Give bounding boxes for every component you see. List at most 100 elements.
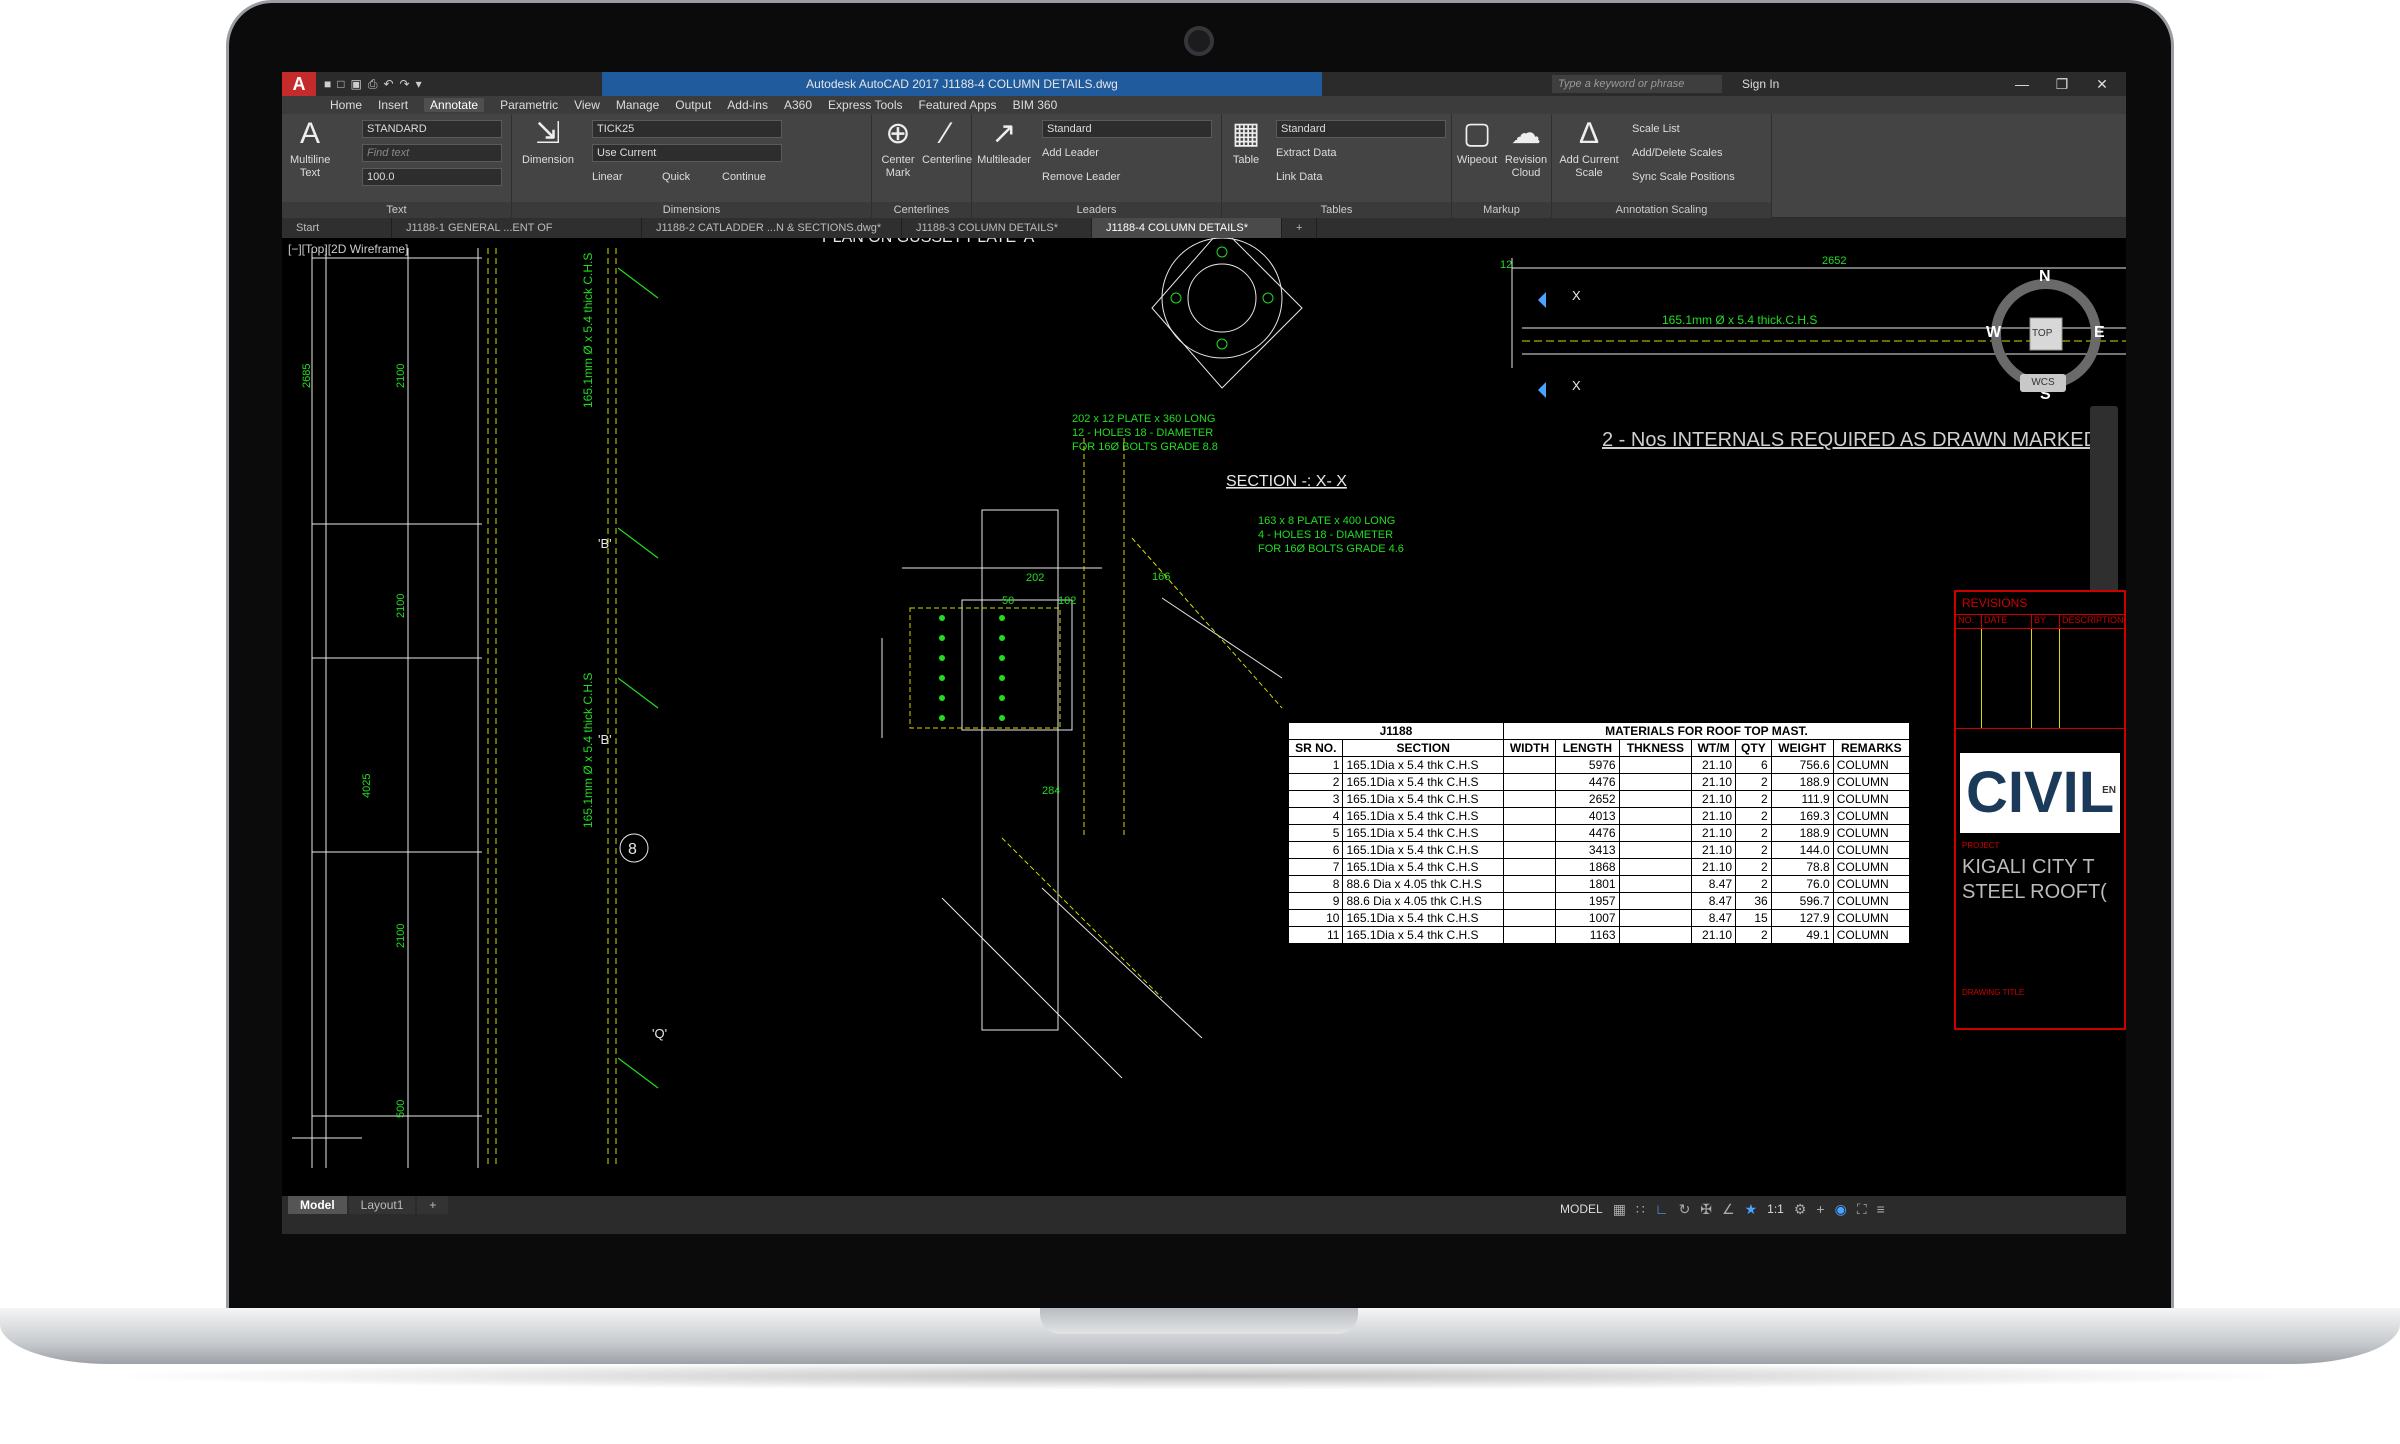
annotation-visibility-icon[interactable]: ★	[1745, 1201, 1758, 1218]
fullscreen-icon[interactable]: ⛶	[1857, 1201, 1867, 1218]
table-cell: 2	[1735, 773, 1772, 791]
continue-button[interactable]: Continue	[722, 168, 766, 186]
isolate-icon[interactable]: ◉	[1835, 1201, 1847, 1218]
grid-icon[interactable]: ▦	[1613, 1201, 1626, 1218]
otrack-icon[interactable]: ∠	[1722, 1201, 1735, 1218]
multiline-text-button[interactable]: A Multiline Text	[290, 118, 330, 180]
sync-scale-positions-button[interactable]: Sync Scale Positions	[1632, 168, 1735, 186]
scale-list-button[interactable]: Scale List	[1632, 120, 1680, 138]
text-height-input[interactable]: 100.0	[362, 168, 502, 186]
polar-icon[interactable]: ↻	[1679, 1201, 1691, 1218]
annotation-scaling-panel: ∆ Add Current Scale Scale List Add/Delete…	[1552, 114, 1772, 218]
mark-b1: 'B'	[598, 536, 612, 551]
tables-panel-label[interactable]: Tables	[1222, 202, 1451, 218]
new-tab-button[interactable]: +	[1282, 218, 1318, 238]
link-data-button[interactable]: Link Data	[1276, 168, 1322, 186]
restore-button[interactable]: ❐	[2042, 72, 2082, 96]
dim-50: 50	[1002, 595, 1014, 607]
text-panel-label[interactable]: Text	[282, 202, 511, 218]
model-space-toggle[interactable]: MODEL	[1560, 1202, 1603, 1216]
qat-new-icon[interactable]: ■	[324, 77, 331, 92]
laptop-shadow	[90, 1362, 2310, 1390]
tab-j1188-4[interactable]: J1188-4 COLUMN DETAILS*	[1092, 218, 1282, 238]
table-cell: 88.6 Dia x 4.05 thk C.H.S	[1342, 875, 1504, 893]
qat-redo-icon[interactable]: ↷	[400, 77, 410, 92]
qat-plot-icon[interactable]: ⎙	[368, 77, 378, 92]
tab-home[interactable]: Home	[330, 98, 362, 112]
annotation-scale[interactable]: 1:1	[1767, 1202, 1784, 1216]
ortho-icon[interactable]: ∟	[1655, 1201, 1669, 1217]
add-current-scale-button[interactable]: ∆ Add Current Scale	[1554, 118, 1624, 180]
dim-layer-select[interactable]: Use Current	[592, 144, 782, 162]
navigation-bar[interactable]	[2090, 406, 2118, 616]
centerline-button[interactable]: ∕ Centerline	[922, 118, 972, 167]
quick-button[interactable]: Quick	[662, 168, 690, 186]
snap-icon[interactable]: ∷	[1636, 1201, 1645, 1218]
remove-leader-button[interactable]: Remove Leader	[1042, 168, 1120, 186]
leaders-panel-label[interactable]: Leaders	[972, 202, 1221, 218]
tab-featured-apps[interactable]: Featured Apps	[919, 98, 997, 112]
tab-view[interactable]: View	[574, 98, 600, 112]
viewcube-top-face[interactable]: TOP	[2032, 328, 2052, 339]
table-cell: 1163	[1555, 926, 1620, 944]
viewport-controls[interactable]: [−][Top][2D Wireframe]	[288, 242, 408, 256]
tab-a360[interactable]: A360	[784, 98, 812, 112]
center-mark-button[interactable]: ⊕ Center Mark	[876, 118, 920, 180]
minimize-button[interactable]: —	[2002, 72, 2042, 96]
qat-save-icon[interactable]: ▣	[351, 77, 362, 92]
table-cell: 165.1Dia x 5.4 thk C.H.S	[1342, 909, 1504, 927]
center-mark-label: Center Mark	[881, 154, 915, 179]
table-row: 5 165.1Dia x 5.4 thk C.H.S 4476 21.10 2 188.9…	[1287, 824, 1911, 842]
multileader-button[interactable]: ↗ Multileader	[976, 118, 1032, 167]
table-button[interactable]: ▦ Table	[1226, 118, 1266, 167]
dimstyle-select[interactable]: TICK25	[592, 120, 782, 138]
revision-label: Revision Cloud	[1504, 154, 1548, 179]
tab-j1188-1[interactable]: J1188-1 GENERAL ...ENT OF STEELWORK*	[392, 218, 642, 254]
tab-add-ins[interactable]: Add-ins	[727, 98, 768, 112]
find-text-input[interactable]: Find text	[362, 144, 502, 162]
layout1-tab[interactable]: Layout1	[348, 1196, 416, 1214]
qat-customize-icon[interactable]: ▾	[416, 77, 422, 92]
mleader-style-select[interactable]: Standard	[1042, 120, 1212, 138]
compass-e[interactable]: E	[2094, 324, 2105, 342]
wipeout-button[interactable]: ▢ Wipeout	[1454, 118, 1500, 167]
close-button[interactable]: ✕	[2082, 72, 2122, 96]
tab-parametric[interactable]: Parametric	[500, 98, 558, 112]
drawing-canvas[interactable]: 8 'B' 'B' 'Q' 165.1mm Ø x 5.4 thick C.H.…	[282, 238, 2126, 1196]
osnap-icon[interactable]: ✠	[1700, 1201, 1712, 1218]
add-delete-scales-button[interactable]: Add/Delete Scales	[1632, 144, 1723, 162]
linear-button[interactable]: Linear	[592, 168, 623, 186]
dimension-button[interactable]: ⇲ Dimension	[520, 118, 576, 167]
compass-n[interactable]: N	[2039, 268, 2051, 286]
text-style-select[interactable]: STANDARD	[362, 120, 502, 138]
plus-icon[interactable]: +	[1816, 1201, 1824, 1217]
model-tab[interactable]: Model	[288, 1196, 347, 1214]
wcs-menu[interactable]: WCS	[2020, 374, 2066, 392]
customize-menu-icon[interactable]: ≡	[1877, 1201, 1885, 1217]
tab-bim360[interactable]: BIM 360	[1013, 98, 1058, 112]
revisions-columns: NO. DATE BY DESCRIPTION	[1956, 615, 2124, 629]
tab-output[interactable]: Output	[675, 98, 711, 112]
tab-insert[interactable]: Insert	[378, 98, 408, 112]
qat-undo-icon[interactable]: ↶	[383, 77, 393, 92]
tab-start[interactable]: Start	[282, 218, 392, 238]
add-leader-button[interactable]: Add Leader	[1042, 144, 1099, 162]
tab-annotate[interactable]: Annotate	[424, 98, 485, 112]
table-header-cell: REMARKS	[1832, 739, 1911, 757]
sign-in-button[interactable]: Sign In	[1742, 72, 1779, 96]
tab-manage[interactable]: Manage	[616, 98, 659, 112]
revision-cloud-button[interactable]: ☁ Revision Cloud	[1502, 118, 1550, 180]
leaders-panel: ↗ Multileader Standard Add Leader Remove …	[972, 114, 1222, 218]
extract-data-button[interactable]: Extract Data	[1276, 144, 1337, 162]
dimensions-panel-label[interactable]: Dimensions	[512, 202, 871, 218]
compass-w[interactable]: W	[1986, 324, 2001, 342]
tab-j1188-3[interactable]: J1188-3 COLUMN DETAILS*	[902, 218, 1092, 238]
tab-j1188-2[interactable]: J1188-2 CATLADDER ...N & SECTIONS.dwg*	[642, 218, 902, 238]
add-layout-button[interactable]: +	[417, 1196, 449, 1214]
qat-open-icon[interactable]: □	[337, 77, 344, 92]
workspace-gear-icon[interactable]: ⚙	[1794, 1201, 1807, 1218]
autocad-logo-icon[interactable]: A	[282, 72, 316, 96]
search-input[interactable]: Type a keyword or phrase	[1552, 75, 1722, 93]
table-style-select[interactable]: Standard	[1276, 120, 1446, 138]
tab-express-tools[interactable]: Express Tools	[828, 98, 902, 112]
